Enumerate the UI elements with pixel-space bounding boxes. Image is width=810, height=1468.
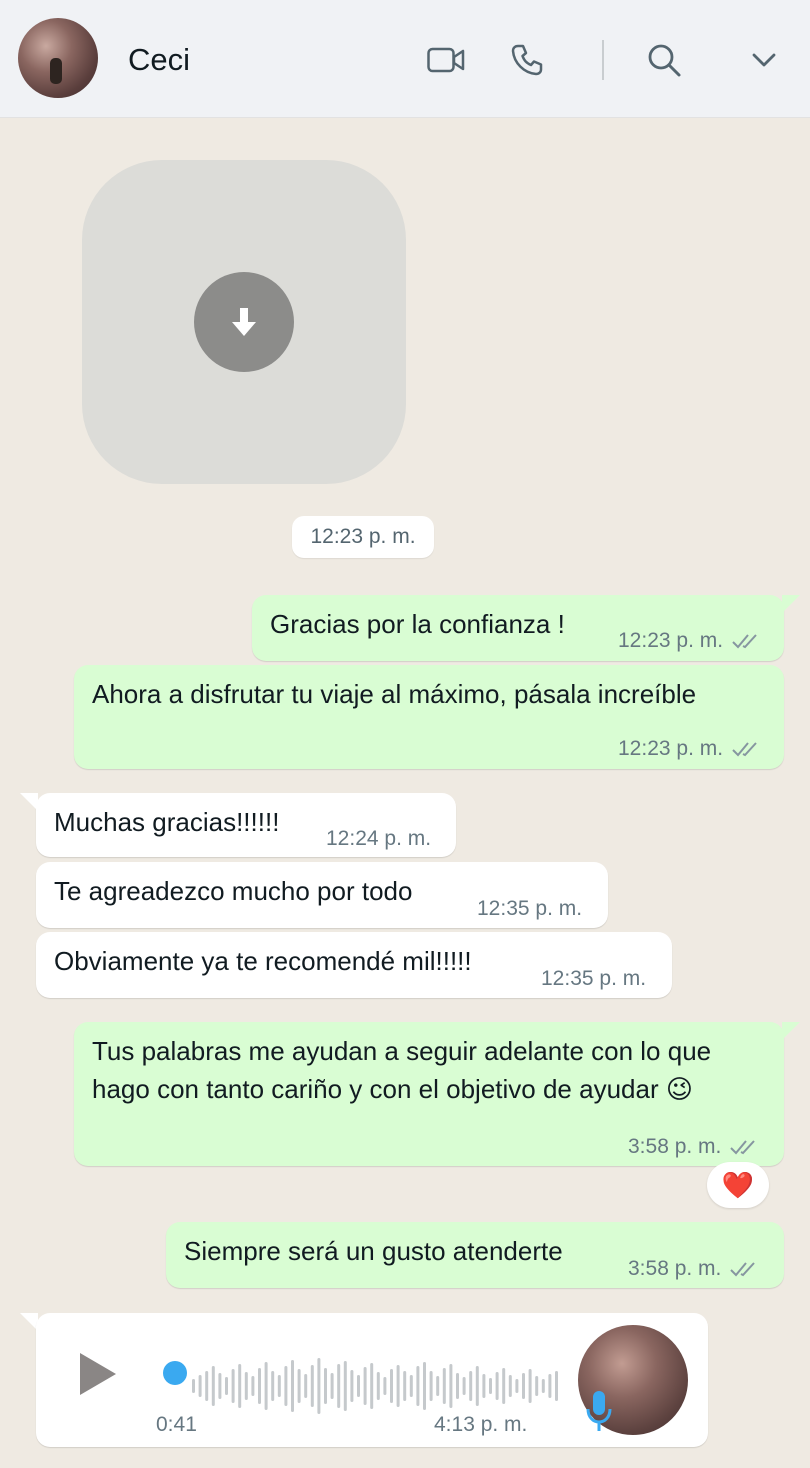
waveform-bar: [238, 1364, 242, 1408]
message-text: Obviamente ya te recomendé mil!!!!!: [54, 946, 472, 976]
waveform-bar: [218, 1373, 222, 1399]
waveform-bar: [330, 1373, 334, 1399]
message-time: 12:24 p. m.: [326, 827, 432, 850]
waveform-bar: [376, 1372, 380, 1400]
waveform-bar: [291, 1360, 294, 1412]
waveform-bar: [489, 1378, 492, 1394]
waveform-bar: [396, 1365, 400, 1407]
video-call-icon[interactable]: [426, 40, 466, 80]
waveform-bar: [522, 1373, 525, 1399]
waveform-bar: [251, 1376, 255, 1396]
waveform-bar: [469, 1371, 473, 1401]
read-ticks-icon: [732, 742, 757, 757]
waveform-bar: [264, 1362, 268, 1410]
message-time: 12:35 p. m.: [541, 967, 647, 990]
waveform-bar: [370, 1363, 374, 1409]
download-icon[interactable]: [194, 272, 294, 372]
message-text: Te agreadezco mucho por todo: [54, 876, 413, 906]
waveform-bar: [211, 1366, 215, 1406]
message-meta: 12:23 p. m.: [618, 737, 763, 761]
waveform-bar: [482, 1374, 486, 1398]
waveform-bar: [343, 1361, 347, 1411]
image-timestamp: 12:23 p. m.: [292, 516, 434, 558]
waveform-bar: [231, 1369, 235, 1403]
waveform-bar: [429, 1371, 433, 1401]
bubble-tail: [782, 1022, 800, 1040]
waveform-bar: [304, 1374, 308, 1398]
waveform-bar: [284, 1366, 288, 1406]
waveform-bar: [192, 1379, 195, 1393]
waveform-bar: [508, 1375, 512, 1397]
voice-message: 0:41 4:13 p. m.: [36, 1313, 708, 1447]
waveform-bar: [390, 1369, 393, 1403]
read-ticks-icon: [730, 1262, 756, 1277]
waveform-bar: [495, 1372, 499, 1400]
waveform-bar: [475, 1366, 479, 1406]
waveform-bar: [403, 1371, 407, 1401]
waveform-bar: [456, 1373, 459, 1399]
waveform-bar: [277, 1375, 281, 1397]
waveform-bar: [416, 1366, 420, 1406]
message-text: Muchas gracias!!!!!!: [54, 807, 280, 837]
waveform-bar: [271, 1371, 275, 1401]
contact-name[interactable]: Ceci: [128, 42, 190, 78]
waveform-bar: [535, 1376, 539, 1396]
waveform-bar: [297, 1369, 301, 1403]
voice-progress-handle[interactable]: [163, 1361, 187, 1385]
message-meta: 3:58 p. m.: [628, 1135, 761, 1159]
message-time: 12:23 p. m.: [618, 629, 724, 652]
message-text: Ahora a disfrutar tu viaje al máximo, pá…: [92, 679, 697, 709]
waveform-bar: [383, 1377, 387, 1395]
waveform-bar: [205, 1371, 209, 1401]
message-meta: 3:58 p. m.: [628, 1257, 761, 1281]
waveform-bar: [436, 1376, 440, 1396]
waveform-bar: [502, 1368, 506, 1404]
waveform-bar: [357, 1375, 360, 1397]
message-time: 12:35 p. m.: [477, 897, 583, 920]
waveform-bar: [310, 1365, 314, 1407]
microphone-icon: [584, 1389, 614, 1438]
waveform-bar: [541, 1379, 545, 1393]
waveform-bar: [225, 1377, 228, 1395]
waveform-bar: [363, 1367, 367, 1405]
read-ticks-icon: [732, 634, 757, 649]
waveform-bar: [409, 1375, 413, 1397]
message-text: Siempre será un gusto atenderte: [184, 1236, 563, 1266]
message-meta: 12:23 p. m.: [618, 629, 763, 653]
waveform-bar: [317, 1358, 321, 1414]
waveform-bar: [462, 1377, 466, 1395]
waveform-bar: [258, 1368, 261, 1404]
header-divider: [602, 40, 604, 80]
waveform-bar: [442, 1368, 446, 1404]
waveform-bar: [528, 1369, 532, 1403]
bubble-tail: [782, 595, 800, 613]
waveform-bar: [423, 1362, 426, 1410]
voice-duration: 0:41: [156, 1413, 197, 1436]
search-icon[interactable]: [644, 40, 684, 80]
message-time: 3:58 p. m.: [628, 1135, 722, 1158]
waveform-bar: [449, 1364, 453, 1408]
play-icon[interactable]: [80, 1353, 116, 1395]
waveform-bar: [337, 1364, 341, 1408]
waveform-bar: [555, 1371, 558, 1401]
voice-call-icon[interactable]: [507, 40, 547, 80]
waveform-bar: [548, 1374, 552, 1398]
waveform-bar: [244, 1372, 248, 1400]
message-text: Tus palabras me ayudan a seguir adelante…: [92, 1036, 712, 1104]
waveform-bar: [198, 1375, 202, 1397]
contact-avatar[interactable]: [18, 18, 98, 98]
message-time: 3:58 p. m.: [628, 1257, 722, 1280]
message-time: 12:23 p. m.: [618, 737, 724, 760]
waveform-bar: [515, 1379, 519, 1393]
waveform-bar: [324, 1368, 327, 1404]
message-text: Gracias por la confianza !: [270, 609, 565, 639]
chat-header: Ceci: [0, 0, 810, 118]
voice-time: 4:13 p. m.: [434, 1413, 528, 1436]
bubble-tail: [20, 793, 38, 811]
heart-reaction[interactable]: ❤️: [707, 1162, 769, 1208]
waveform-bar: [350, 1370, 354, 1402]
chevron-down-icon[interactable]: [744, 40, 784, 80]
read-ticks-icon: [730, 1140, 756, 1155]
